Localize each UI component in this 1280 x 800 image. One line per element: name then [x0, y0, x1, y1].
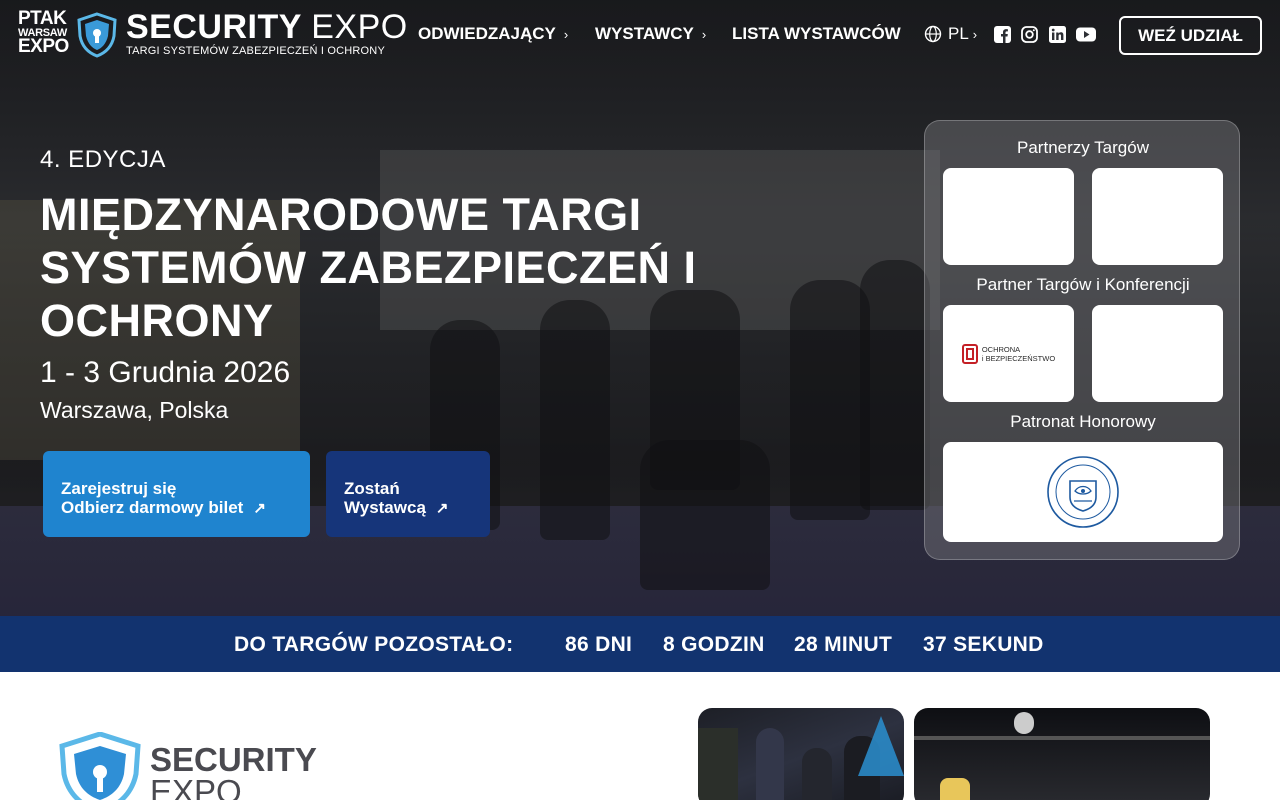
brand-name-thin: EXPO — [311, 8, 408, 46]
ptak-logo-line: PTAK — [18, 8, 67, 29]
chevron-right-icon: › — [563, 26, 569, 42]
booth-screen — [698, 728, 738, 800]
countdown-unit-label: GODZIN — [681, 633, 765, 656]
event-photo-hall — [914, 708, 1210, 800]
security-expo-brand[interactable]: SECURITY EXPO TARGI SYSTEMÓW ZABEZPIECZE… — [126, 10, 408, 57]
countdown-days: 86 DNI — [565, 633, 632, 657]
facebook-icon[interactable] — [994, 26, 1011, 43]
partner-logo-card[interactable] — [1092, 305, 1223, 402]
logo-line: SECURITY — [150, 741, 317, 778]
security-expo-logo: SECURITY EXPO — [150, 741, 317, 800]
ptak-warsaw-expo-logo[interactable]: PTAK WARSAW EXPO — [18, 8, 70, 57]
button-label: Zarejestruj się — [61, 479, 177, 498]
arrow-up-right-icon: ↗ — [435, 500, 449, 517]
ceiling-truss — [914, 736, 1210, 740]
logo-line: EXPO — [150, 773, 242, 800]
nav-lista-wystawcow[interactable]: LISTA WYSTAWCÓW — [732, 24, 901, 44]
site-header: PTAK WARSAW EXPO SECURITY EXPO TARGI SYS… — [0, 0, 1280, 70]
ochrona-logo-line: i BEZPIECZEŃSTWO — [981, 353, 1056, 363]
ochrona-logo-text: OCHRONA i BEZPIECZEŃSTWO — [982, 345, 1055, 363]
partners-heading: Partnerzy Targów — [1017, 138, 1149, 157]
linkedin-icon[interactable] — [1049, 26, 1066, 43]
button-label: Odbierz darmowy bilet — [61, 498, 244, 517]
countdown-unit-label: DNI — [595, 633, 633, 656]
countdown-value: 28 — [794, 633, 818, 656]
partners-panel: Partnerzy Targów Partner Targów i Konfer… — [924, 120, 1240, 560]
brand-name-bold: SECURITY — [126, 8, 302, 46]
polska-izba-ochrony-seal — [1047, 456, 1119, 528]
chevron-right-icon: › — [701, 26, 707, 42]
globe-icon — [924, 25, 942, 43]
countdown-unit-label: MINUT — [824, 633, 893, 656]
nav-label: LISTA WYSTAWCÓW — [732, 24, 901, 43]
ochrona-partner-card[interactable]: OCHRONA i BEZPIECZEŃSTWO — [943, 305, 1074, 402]
countdown-seconds: 37 SEKUND — [923, 633, 1044, 657]
countdown-label: DO TARGÓW POZOSTAŁO: — [234, 633, 514, 656]
nav-label: WYSTAWCY — [595, 24, 694, 43]
instagram-icon[interactable] — [1021, 26, 1038, 43]
person-figure — [802, 748, 832, 800]
become-exhibitor-button[interactable]: Zostań Wystawcą ↗ — [326, 451, 490, 537]
nav-label: ODWIEDZAJĄCY — [418, 24, 556, 43]
event-location: Warszawa, Polska — [40, 397, 229, 423]
partner-logo-card[interactable] — [943, 168, 1074, 265]
language-switcher[interactable]: PL › — [924, 24, 977, 44]
security-expo-shield-icon — [59, 732, 141, 800]
event-photo-booth — [698, 708, 904, 800]
ochrona-logo-line: OCHRONA — [981, 344, 1021, 354]
booth-sign — [940, 778, 970, 800]
countdown-value: 86 — [565, 633, 589, 656]
ptak-logo-line: EXPO — [18, 36, 69, 57]
countdown-value: 8 — [663, 633, 675, 656]
event-dates: 1 - 3 Grudnia 2026 — [40, 356, 291, 389]
nav-wystawcy[interactable]: WYSTAWCY › — [595, 24, 706, 44]
edition-label: 4. EDYCJA — [40, 146, 166, 173]
conference-partner-heading: Partner Targów i Konferencji — [976, 275, 1190, 294]
countdown-bar: DO TARGÓW POZOSTAŁO: 86 DNI 8 GODZIN 28 … — [0, 616, 1280, 672]
button-label: Zostań — [344, 479, 400, 498]
person-figure — [756, 728, 784, 800]
hero-title: MIĘDZYNARODOWE TARGI SYSTEMÓW ZABEZPIECZ… — [40, 189, 697, 346]
partner-logo-card[interactable] — [1092, 168, 1223, 265]
countdown-unit-label: SEKUND — [953, 633, 1044, 656]
shield-lock-icon — [77, 12, 117, 58]
honorary-patron-card[interactable] — [943, 442, 1223, 542]
countdown-hours: 8 GODZIN — [663, 633, 765, 657]
youtube-icon[interactable] — [1076, 26, 1096, 43]
countdown-value: 37 — [923, 633, 947, 656]
countdown-minutes: 28 MINUT — [794, 633, 892, 657]
register-button[interactable]: Zarejestruj się Odbierz darmowy bilet ↗ — [43, 451, 310, 537]
brand-tagline: TARGI SYSTEMÓW ZABEZPIECZEŃ I OCHRONY — [126, 45, 385, 57]
honorary-patronage-heading: Patronat Honorowy — [1010, 412, 1156, 431]
camera-mast — [1014, 712, 1034, 734]
button-label: Wystawcą — [344, 498, 426, 517]
ochrona-logo-icon — [961, 343, 978, 364]
chevron-right-icon: › — [972, 26, 978, 42]
arrow-up-right-icon: ↗ — [253, 500, 266, 517]
brand-name: SECURITY EXPO — [126, 10, 408, 44]
nav-odwiedzajacy[interactable]: ODWIEDZAJĄCY › — [418, 24, 568, 44]
language-label: PL — [948, 24, 969, 43]
take-part-button[interactable]: WEŹ UDZIAŁ — [1119, 16, 1262, 55]
